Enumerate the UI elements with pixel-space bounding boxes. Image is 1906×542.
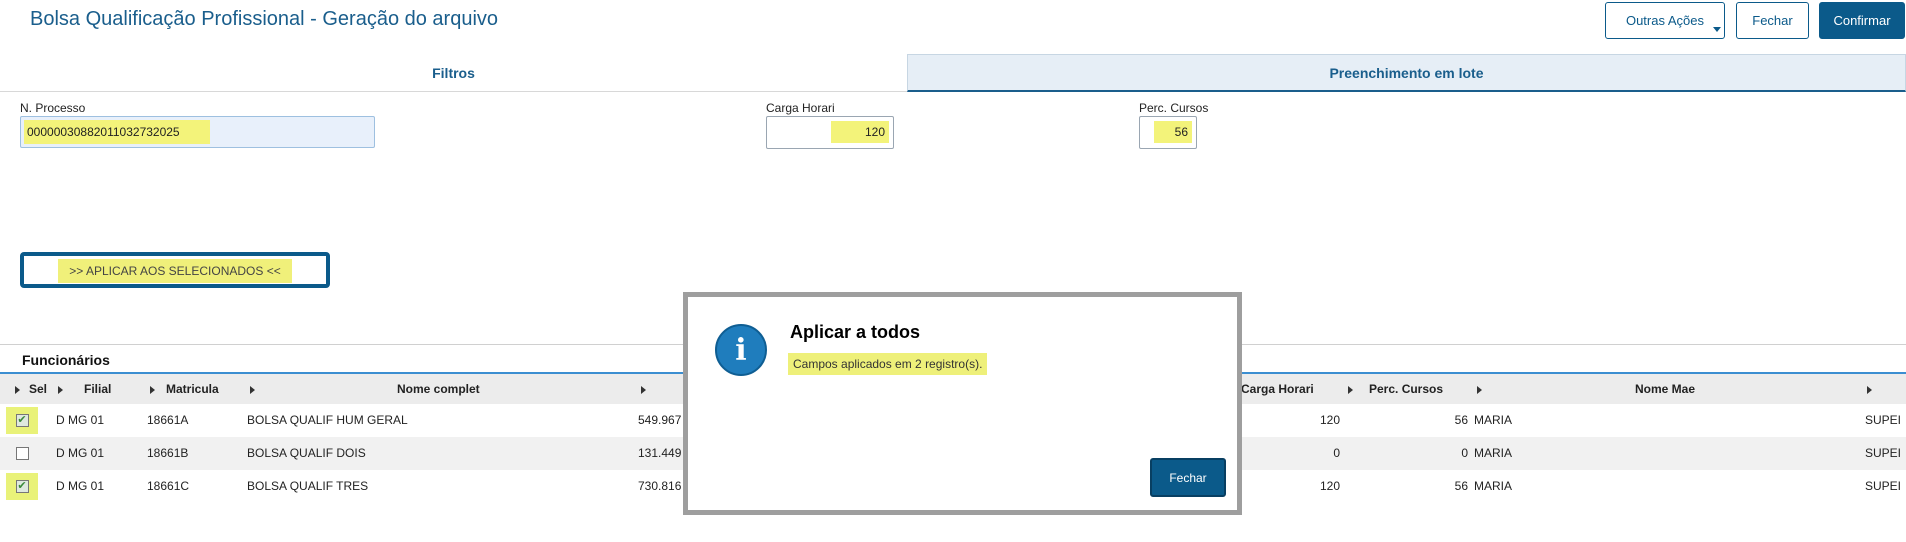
cell-filial: D MG 01 — [56, 413, 105, 427]
column-menu-icon[interactable] — [58, 386, 63, 394]
dialog-fechar-label: Fechar — [1169, 470, 1207, 485]
cell-filial: D MG 01 — [56, 446, 105, 460]
perc-label: Perc. Cursos — [1139, 101, 1209, 115]
th-nome[interactable]: Nome complet — [397, 374, 480, 404]
tab-lote-label: Preenchimento em lote — [1329, 64, 1484, 81]
cell-mae: MARIA — [1474, 479, 1513, 493]
cell-extra: SUPEI — [1865, 479, 1902, 493]
perc-value: 56 — [1154, 121, 1192, 143]
column-menu-icon[interactable] — [15, 386, 20, 394]
cell-carga: 120 — [1319, 413, 1340, 427]
checkbox-icon[interactable]: ✔ — [15, 414, 29, 427]
column-menu-icon[interactable] — [250, 386, 255, 394]
tab-filtros[interactable]: Filtros — [0, 54, 907, 92]
column-menu-icon[interactable] — [1867, 386, 1872, 394]
th-filial[interactable]: Filial — [84, 374, 111, 404]
fechar-button[interactable]: Fechar — [1736, 2, 1809, 39]
dialog-title: Aplicar a todos — [790, 322, 921, 342]
cell-filial: D MG 01 — [56, 479, 105, 493]
funcionarios-title: Funcionários — [22, 352, 110, 368]
column-menu-icon[interactable] — [641, 386, 646, 394]
cell-perc: 0 — [1461, 446, 1468, 460]
chevron-down-icon — [1713, 27, 1721, 32]
th-sel[interactable]: Sel — [29, 374, 47, 404]
cell-mae: MARIA — [1474, 446, 1513, 460]
tab-filtros-label: Filtros — [432, 64, 475, 81]
column-menu-icon[interactable] — [150, 386, 155, 394]
cell-nome: BOLSA QUALIF HUM GERAL — [247, 413, 408, 427]
outras-acoes-label: Outras Ações — [1625, 13, 1705, 28]
cell-perc: 56 — [1454, 413, 1468, 427]
processo-value: 00000030882011032732025 — [24, 120, 210, 144]
carga-label: Carga Horari — [766, 101, 835, 115]
cell-matricula: 18661B — [147, 446, 189, 460]
cell-perc: 56 — [1454, 479, 1468, 493]
column-menu-icon[interactable] — [1348, 386, 1353, 394]
aplicar-selecionados-label: >> APLICAR AOS SELECIONADOS << — [58, 259, 292, 283]
info-icon: i — [715, 324, 767, 376]
th-carga[interactable]: Carga Horari — [1241, 374, 1314, 404]
page-title: Bolsa Qualificação Profissional - Geraçã… — [30, 8, 499, 30]
row-select[interactable] — [6, 440, 38, 467]
row-select[interactable]: ✔ — [6, 473, 38, 500]
cell-nome: BOLSA QUALIF DOIS — [247, 446, 366, 460]
aplicar-selecionados-button[interactable]: >> APLICAR AOS SELECIONADOS << — [20, 252, 330, 288]
cell-valor: 131.449 — [638, 446, 682, 460]
carga-input[interactable]: 120 — [766, 116, 894, 149]
cell-carga: 120 — [1319, 479, 1340, 493]
cell-nome: BOLSA QUALIF TRES — [247, 479, 369, 493]
cell-matricula: 18661A — [147, 413, 189, 427]
outras-acoes-button[interactable]: Outras Ações — [1605, 2, 1725, 39]
processo-input[interactable]: 00000030882011032732025 — [20, 116, 375, 148]
dialog-message: Campos aplicados em 2 registro(s). — [788, 353, 988, 375]
tab-preenchimento-lote[interactable]: Preenchimento em lote — [907, 54, 1906, 92]
info-dialog: i Aplicar a todos Campos aplicados em 2 … — [683, 292, 1242, 515]
confirmar-label: Confirmar — [1833, 13, 1891, 28]
dialog-fechar-button[interactable]: Fechar — [1150, 458, 1226, 497]
row-select[interactable]: ✔ — [6, 407, 38, 434]
column-menu-icon[interactable] — [1477, 386, 1482, 394]
th-matricula[interactable]: Matricula — [166, 374, 219, 404]
cell-matricula: 18661C — [147, 479, 190, 493]
cell-extra: SUPEI — [1865, 413, 1902, 427]
perc-input[interactable]: 56 — [1139, 116, 1197, 149]
confirmar-button[interactable]: Confirmar — [1819, 2, 1905, 39]
th-mae[interactable]: Nome Mae — [1635, 374, 1695, 404]
checkbox-icon[interactable] — [15, 447, 29, 460]
checkbox-icon[interactable]: ✔ — [15, 480, 29, 493]
cell-valor: 549.967 — [638, 413, 682, 427]
fechar-label: Fechar — [1752, 13, 1793, 28]
cell-mae: MARIA — [1474, 413, 1513, 427]
cell-carga: 0 — [1333, 446, 1340, 460]
th-perc[interactable]: Perc. Cursos — [1369, 374, 1443, 404]
carga-value: 120 — [831, 121, 889, 143]
processo-label: N. Processo — [20, 101, 86, 115]
cell-valor: 730.816 — [638, 479, 682, 493]
cell-extra: SUPEI — [1865, 446, 1902, 460]
